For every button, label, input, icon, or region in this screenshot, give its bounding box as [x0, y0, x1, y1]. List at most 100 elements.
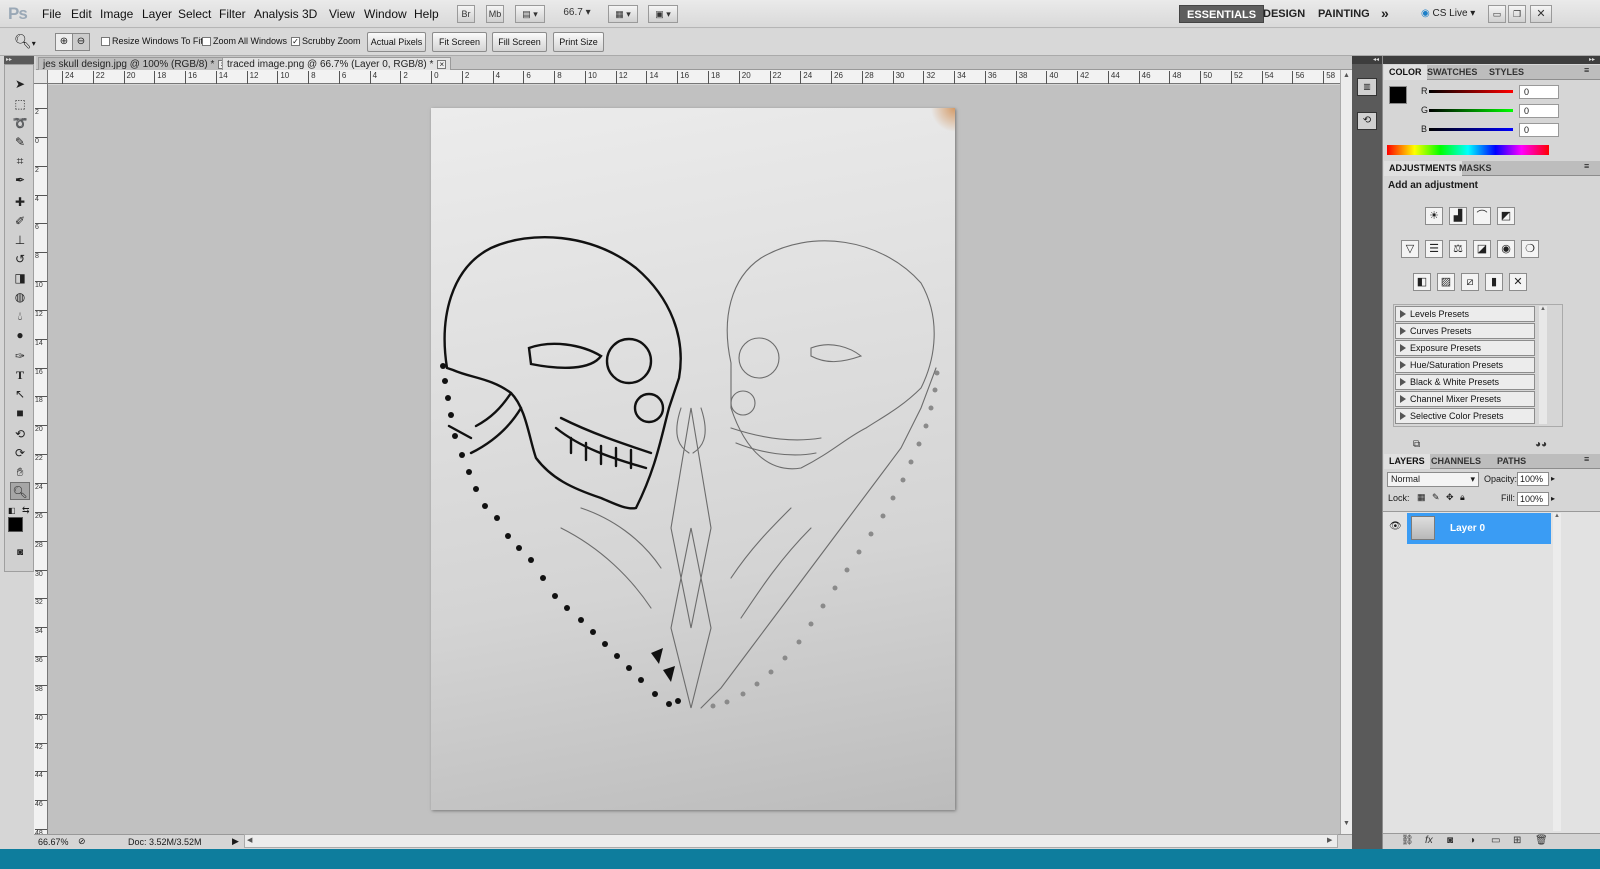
new-group-icon[interactable]: ▭: [1491, 835, 1500, 846]
brush-tool-icon[interactable]: ✐: [10, 212, 30, 230]
preset-curves[interactable]: Curves Presets: [1395, 323, 1535, 339]
menu-layer[interactable]: Layer: [142, 7, 172, 21]
histogram-icon[interactable]: ▥: [1357, 78, 1377, 96]
tab-jes-skull-design[interactable]: jes skull design.jpg @ 100% (RGB/8) *×: [38, 57, 233, 71]
preset-exposure[interactable]: Exposure Presets: [1395, 340, 1535, 356]
link-layers-icon[interactable]: ⛓: [1401, 835, 1414, 846]
workspace-essentials[interactable]: ESSENTIALS: [1179, 5, 1265, 23]
quick-selection-tool-icon[interactable]: ✎: [10, 133, 30, 151]
tab-channels[interactable]: CHANNELS: [1426, 454, 1486, 469]
curves-icon[interactable]: ⌒: [1473, 207, 1491, 225]
restore-window-button[interactable]: ❐: [1508, 5, 1526, 23]
cs-live-button[interactable]: ◉ CS Live ▾: [1414, 5, 1482, 23]
lock-pixels-icon[interactable]: ✎: [1432, 492, 1440, 503]
foreground-color-chip[interactable]: [1389, 86, 1407, 104]
menu-filter[interactable]: Filter: [219, 7, 246, 21]
toolbox-header[interactable]: ▸▸: [4, 56, 34, 64]
status-info-icon[interactable]: ⊘: [78, 835, 86, 847]
vertical-scrollbar[interactable]: ▲ ▼: [1340, 70, 1352, 834]
horizontal-scrollbar[interactable]: ◀ ▶: [244, 834, 1338, 848]
screen-mode-dropdown[interactable]: ▣ ▾: [648, 5, 678, 23]
menu-analysis[interactable]: Analysis: [254, 7, 299, 21]
hand-tool-icon[interactable]: ✋︎: [10, 463, 30, 481]
type-tool-icon[interactable]: T: [10, 366, 30, 384]
eyedropper-tool-icon[interactable]: ✒: [10, 171, 30, 189]
photo-filter-icon[interactable]: ◉: [1497, 240, 1515, 258]
blend-mode-dropdown[interactable]: Normal ▾: [1387, 472, 1479, 487]
fill-field[interactable]: 100%: [1517, 492, 1549, 506]
quick-mask-icon[interactable]: ◙: [10, 544, 30, 562]
document-canvas[interactable]: [431, 108, 955, 810]
move-tool-icon[interactable]: ➤: [10, 75, 30, 93]
green-value-field[interactable]: 0: [1519, 104, 1559, 118]
tab-layers[interactable]: LAYERS: [1384, 454, 1430, 469]
posterize-icon[interactable]: ▨: [1437, 273, 1455, 291]
black-white-icon[interactable]: ◪: [1473, 240, 1491, 258]
close-tab-icon[interactable]: ×: [437, 60, 447, 69]
gradient-map-icon[interactable]: ▮: [1485, 273, 1503, 291]
marquee-tool-icon[interactable]: ⬚: [10, 95, 30, 113]
menu-view[interactable]: View: [329, 7, 355, 21]
menu-select[interactable]: Select: [178, 7, 211, 21]
fit-screen-button[interactable]: Fit Screen: [432, 32, 487, 52]
scroll-down-icon[interactable]: ▼: [1343, 820, 1350, 827]
fill-slider-arrow-icon[interactable]: ▸: [1551, 494, 1555, 503]
view-extras-dropdown[interactable]: ▤ ▾: [515, 5, 545, 23]
tab-traced-image[interactable]: traced image.png @ 66.7% (Layer 0, RGB/8…: [222, 57, 452, 71]
history-brush-tool-icon[interactable]: ↺: [10, 250, 30, 268]
layer-style-fx-icon[interactable]: fx: [1425, 835, 1433, 846]
ruler-origin[interactable]: [34, 70, 48, 84]
hue-saturation-icon[interactable]: ☰: [1425, 240, 1443, 258]
dodge-tool-icon[interactable]: ●: [10, 326, 30, 344]
menu-edit[interactable]: Edit: [71, 7, 92, 21]
vibrance-icon[interactable]: ▽: [1401, 240, 1419, 258]
zoom-level-dropdown[interactable]: 66.7 ▾: [556, 5, 598, 23]
layers-scrollbar[interactable]: ▲: [1553, 513, 1561, 831]
print-size-button[interactable]: Print Size: [553, 32, 604, 52]
default-colors-icon[interactable]: ◧: [8, 506, 16, 515]
exposure-icon[interactable]: ◩: [1497, 207, 1515, 225]
red-slider[interactable]: [1429, 90, 1513, 93]
tab-paths[interactable]: PATHS: [1492, 454, 1531, 469]
color-balance-icon[interactable]: ⚖: [1449, 240, 1467, 258]
minimize-window-button[interactable]: ▭: [1488, 5, 1506, 23]
menu-image[interactable]: Image: [100, 7, 133, 21]
more-workspaces-button[interactable]: »: [1374, 5, 1396, 23]
workspace-painting[interactable]: PAINTING: [1311, 5, 1377, 23]
tab-adjustments[interactable]: ADJUSTMENTS: [1384, 161, 1462, 176]
clone-stamp-tool-icon[interactable]: ⊥: [10, 231, 30, 249]
blue-value-field[interactable]: 0: [1519, 123, 1559, 137]
eraser-tool-icon[interactable]: ◨: [10, 269, 30, 287]
collapse-strip-icon[interactable]: ◂◂: [1352, 56, 1382, 64]
presets-scrollbar[interactable]: ▲: [1539, 306, 1547, 424]
menu-3d[interactable]: 3D: [302, 7, 317, 21]
preset-channel-mixer[interactable]: Channel Mixer Presets: [1395, 391, 1535, 407]
scrubby-zoom-checkbox[interactable]: ✓ Scrubby Zoom: [291, 36, 361, 46]
tab-color[interactable]: COLOR: [1384, 65, 1427, 80]
channel-mixer-icon[interactable]: ❍: [1521, 240, 1539, 258]
blue-slider[interactable]: [1429, 128, 1513, 131]
panel-menu-icon[interactable]: ≡: [1584, 65, 1589, 75]
arrange-documents-dropdown[interactable]: ▦ ▾: [608, 5, 638, 23]
status-menu-arrow-icon[interactable]: ▶: [232, 835, 239, 847]
color-spectrum-bar[interactable]: [1387, 145, 1549, 155]
zoom-in-icon[interactable]: ⊕: [55, 33, 73, 51]
3d-rotate-tool-icon[interactable]: ⟲: [10, 425, 30, 443]
resize-windows-checkbox[interactable]: Resize Windows To Fit: [101, 36, 203, 46]
history-icon[interactable]: ⟲: [1357, 112, 1377, 130]
lock-all-icon[interactable]: 🔒︎: [1460, 492, 1465, 503]
actual-pixels-button[interactable]: Actual Pixels: [367, 32, 426, 52]
scroll-right-icon[interactable]: ▶: [1327, 836, 1332, 844]
preset-selective-color[interactable]: Selective Color Presets: [1395, 408, 1535, 424]
launch-minibridge-button[interactable]: Mb: [486, 5, 504, 23]
3d-orbit-tool-icon[interactable]: ⟳: [10, 444, 30, 462]
blur-tool-icon[interactable]: 💧︎: [10, 307, 30, 325]
rectangle-tool-icon[interactable]: ■: [10, 404, 30, 422]
fill-screen-button[interactable]: Fill Screen: [492, 32, 547, 52]
launch-bridge-button[interactable]: Br: [457, 5, 475, 23]
lasso-tool-icon[interactable]: ➰: [10, 114, 30, 132]
scroll-left-icon[interactable]: ◀: [247, 836, 252, 844]
panel-menu-icon[interactable]: ≡: [1584, 454, 1589, 464]
clip-to-layer-icon[interactable]: ⧉: [1413, 439, 1420, 450]
preset-hue-saturation[interactable]: Hue/Saturation Presets: [1395, 357, 1535, 373]
